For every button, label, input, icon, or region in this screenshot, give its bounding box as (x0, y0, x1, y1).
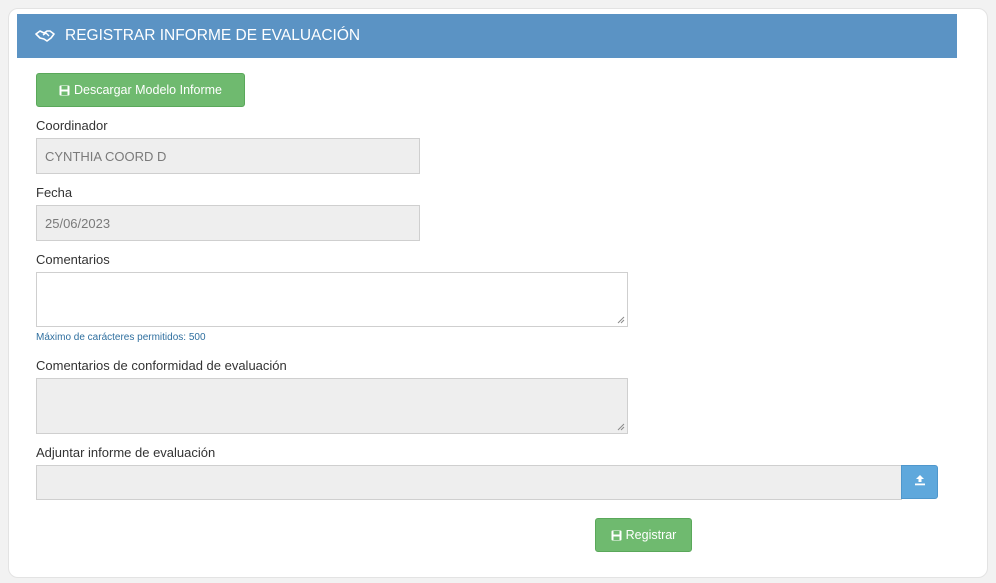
resize-handle-icon (617, 423, 625, 431)
floppy-disk-icon (59, 85, 70, 96)
upload-button[interactable] (901, 465, 938, 499)
comments-textarea[interactable] (36, 272, 628, 327)
conformity-comments-label: Comentarios de conformidad de evaluación (36, 358, 287, 373)
download-template-button[interactable]: Descargar Modelo Informe (36, 73, 245, 107)
attachment-file-field[interactable] (36, 465, 902, 500)
conformity-comments-textarea (36, 378, 628, 434)
date-label: Fecha (36, 185, 73, 200)
resize-handle-icon[interactable] (617, 316, 625, 324)
download-template-label: Descargar Modelo Informe (74, 83, 222, 97)
coordinator-value: CYNTHIA COORD D (45, 148, 167, 164)
register-label: Registrar (625, 528, 677, 542)
coordinator-label: Coordinador (36, 118, 108, 133)
date-value: 25/06/2023 (45, 215, 111, 231)
page-title: REGISTRAR INFORME DE EVALUACIÓN (65, 27, 361, 44)
coordinator-field: CYNTHIA COORD D (36, 138, 420, 174)
attachment-label: Adjuntar informe de evaluación (36, 445, 216, 460)
floppy-disk-icon (611, 530, 622, 541)
panel-header: REGISTRAR INFORME DE EVALUACIÓN (17, 14, 957, 58)
character-limit-hint: Máximo de carácteres permitidos: 500 (36, 332, 206, 343)
comments-label: Comentarios (36, 252, 110, 267)
date-field: 25/06/2023 (36, 205, 420, 241)
handshake-icon (35, 29, 55, 43)
upload-icon (914, 473, 926, 491)
register-button[interactable]: Registrar (595, 518, 692, 552)
